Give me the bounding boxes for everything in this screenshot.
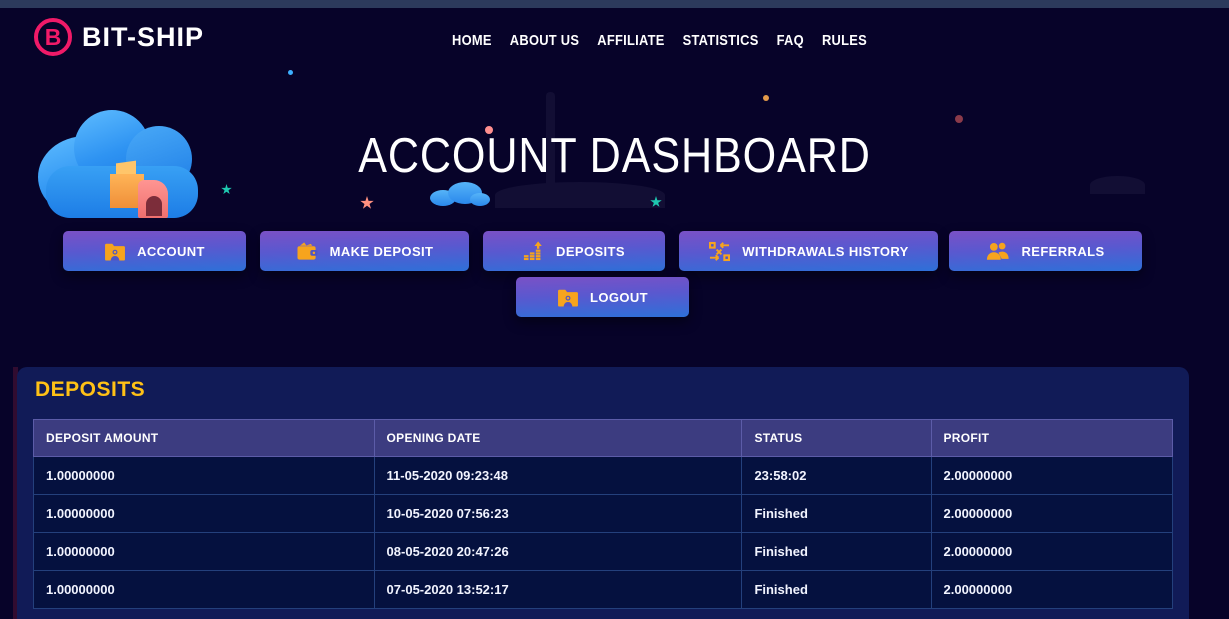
table-cell: 1.00000000: [33, 456, 375, 495]
referrals-button-label: REFERRALS: [1021, 243, 1105, 259]
column-header: DEPOSIT AMOUNT: [33, 419, 375, 457]
withdrawals-history-button-label: WITHDRAWALS HISTORY: [742, 243, 909, 259]
decor-dot-red: [955, 115, 963, 123]
column-header: OPENING DATE: [374, 419, 743, 457]
deposits-button-label: DEPOSITS: [556, 243, 625, 259]
decor-star-pink: [360, 196, 374, 209]
wallet-icon: [297, 242, 318, 260]
table-cell: 2.00000000: [930, 532, 1173, 571]
nav-rules[interactable]: RULES: [822, 32, 867, 49]
small-cloud-illustration: [430, 182, 490, 206]
table-cell: Finished: [741, 570, 932, 609]
table-row: 1.00000000 08-05-2020 20:47:26 Finished 2.0…: [33, 532, 1173, 571]
nav-home[interactable]: HOME: [452, 32, 492, 49]
deposits-table: DEPOSIT AMOUNT OPENING DATE STATUS PROFIT 1…: [33, 419, 1173, 609]
deposits-panel: DEPOSITS DEPOSIT AMOUNT OPENING DATE STATU…: [17, 367, 1189, 619]
decor-dot-cyan: [288, 70, 293, 75]
table-cell: 08-05-2020 20:47:26: [373, 532, 743, 571]
table-cell: 1.00000000: [33, 532, 375, 571]
deposits-table-body: 1.00000000 11-05-2020 09:23:48 23:58:02 2.0…: [33, 456, 1173, 609]
make-deposit-button-label: MAKE DEPOSIT: [329, 243, 434, 259]
nav-affiliate[interactable]: AFFILIATE: [597, 32, 664, 49]
stacked-bars-arrow-icon: [523, 241, 542, 261]
mound-silhouette: [495, 182, 665, 208]
folder-user-icon: [105, 243, 126, 261]
withdrawals-history-button[interactable]: WITHDRAWALS HISTORY: [679, 231, 938, 271]
decor-dot-orange: [763, 95, 769, 101]
table-cell: 10-05-2020 07:56:23: [373, 494, 743, 533]
make-deposit-button[interactable]: MAKE DEPOSIT: [260, 231, 469, 271]
table-cell: Finished: [741, 532, 932, 571]
brand-logo[interactable]: B BIT-SHIP: [34, 18, 204, 56]
deposits-button[interactable]: DEPOSITS: [483, 231, 665, 271]
table-cell: 1.00000000: [33, 494, 375, 533]
brand-name: BIT-SHIP: [82, 21, 205, 52]
decor-star-teal: [221, 184, 232, 195]
main-nav: HOME ABOUT US AFFILIATE STATISTICS FAQ R…: [452, 32, 867, 49]
table-cell: 1.00000000: [33, 570, 375, 609]
table-cell: 11-05-2020 09:23:48: [373, 456, 743, 495]
column-header: STATUS: [741, 419, 932, 457]
folder-user-icon: [558, 289, 578, 307]
account-button-label: ACCOUNT: [137, 243, 205, 259]
header-row: DEPOSIT AMOUNT OPENING DATE STATUS PROFIT: [33, 419, 1173, 457]
table-cell: 2.00000000: [930, 570, 1173, 609]
top-strip: [0, 0, 1229, 8]
site-header: B BIT-SHIP HOME ABOUT US AFFILIATE STATI…: [0, 8, 1229, 70]
nav-about-us[interactable]: ABOUT US: [510, 32, 579, 49]
logout-button-label: LOGOUT: [589, 289, 648, 305]
table-cell: Finished: [741, 494, 932, 533]
transfer-arrows-icon: [709, 241, 731, 261]
table-cell: 2.00000000: [930, 494, 1173, 533]
table-cell: 2.00000000: [930, 456, 1173, 495]
logout-button[interactable]: LOGOUT: [516, 277, 689, 317]
users-icon: [987, 242, 1010, 260]
nav-faq[interactable]: FAQ: [777, 32, 804, 49]
table-cell: 07-05-2020 13:52:17: [373, 570, 743, 609]
bitcoin-logo-icon: B: [34, 18, 72, 56]
nav-statistics[interactable]: STATISTICS: [683, 32, 759, 49]
table-row: 1.00000000 11-05-2020 09:23:48 23:58:02 2.0…: [33, 456, 1173, 495]
account-button[interactable]: ACCOUNT: [63, 231, 246, 271]
column-header: PROFIT: [931, 419, 1173, 457]
table-cell: 23:58:02: [741, 456, 932, 495]
table-row: 1.00000000 10-05-2020 07:56:23 Finished 2.0…: [33, 494, 1173, 533]
deposits-panel-title: DEPOSITS: [35, 378, 146, 401]
deposits-table-head: DEPOSIT AMOUNT OPENING DATE STATUS PROFIT: [33, 419, 1173, 457]
referrals-button[interactable]: REFERRALS: [949, 231, 1142, 271]
page-title: ACCOUNT DASHBOARD: [358, 129, 871, 183]
table-row: 1.00000000 07-05-2020 13:52:17 Finished 2.0…: [33, 570, 1173, 609]
